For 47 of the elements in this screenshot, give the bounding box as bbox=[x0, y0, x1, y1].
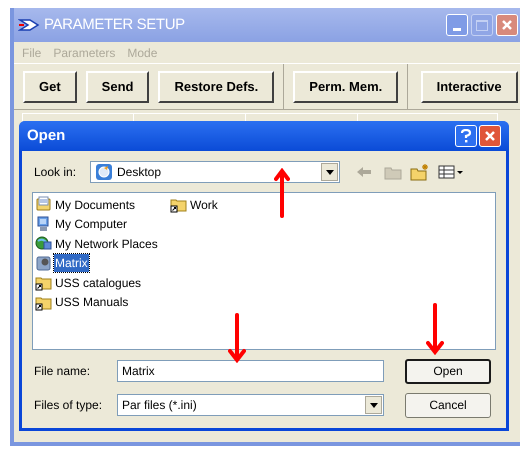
file-name-label: File name: bbox=[34, 363, 92, 380]
minimize-button[interactable] bbox=[446, 14, 468, 36]
dialog-title: Open bbox=[27, 126, 66, 146]
file-type-value[interactable]: Par files (*.ini) bbox=[122, 396, 197, 414]
window-title: PARAMETER SETUP bbox=[44, 14, 185, 35]
gear-file-icon bbox=[35, 254, 52, 272]
cancel-button[interactable]: Cancel bbox=[405, 392, 491, 418]
annotation-arrow bbox=[228, 313, 246, 363]
back-arrow-icon[interactable] bbox=[356, 166, 372, 178]
annotation-arrow bbox=[426, 303, 444, 355]
look-in-value[interactable]: Desktop bbox=[117, 163, 162, 181]
dropdown-arrow-button[interactable] bbox=[365, 396, 382, 414]
caret-icon bbox=[326, 170, 334, 174]
close-button[interactable] bbox=[479, 125, 501, 147]
file-name-field[interactable]: Matrix bbox=[117, 360, 384, 382]
toolbar-button[interactable]: Send bbox=[86, 70, 150, 102]
toolbar-button[interactable]: Interactive bbox=[420, 70, 518, 102]
look-in-label: Look in: bbox=[34, 164, 78, 181]
file-list-item[interactable]: USS Manuals bbox=[54, 293, 130, 312]
file-type-label: Files of type: bbox=[34, 397, 104, 414]
file-list-item[interactable]: My Computer bbox=[54, 215, 128, 234]
caret-icon bbox=[370, 402, 378, 408]
app-logo-icon bbox=[18, 18, 40, 32]
globe-computer-icon bbox=[35, 235, 52, 252]
file-list-item[interactable]: My Documents bbox=[54, 196, 136, 214]
file-list-item[interactable]: USS catalogues bbox=[54, 274, 142, 292]
toolbar-button[interactable]: Restore Defs. bbox=[158, 70, 274, 102]
help-icon bbox=[460, 129, 472, 143]
help-button[interactable] bbox=[455, 125, 477, 147]
documents-icon bbox=[35, 196, 52, 214]
toolbar-button[interactable]: Perm. Mem. bbox=[293, 70, 398, 102]
maximize-button[interactable] bbox=[471, 14, 493, 36]
annotation-arrow bbox=[274, 168, 290, 218]
dropdown-arrow-button[interactable] bbox=[321, 163, 338, 181]
close-button[interactable] bbox=[496, 14, 518, 36]
file-type-dropdown[interactable]: Par files (*.ini) bbox=[117, 394, 384, 416]
desktop-icon bbox=[95, 163, 113, 181]
look-in-dropdown[interactable]: Desktop bbox=[90, 161, 340, 183]
close-icon bbox=[501, 19, 513, 31]
file-list-item[interactable]: Work bbox=[189, 196, 219, 214]
view-menu-icon[interactable] bbox=[438, 164, 464, 180]
file-list-item[interactable]: My Network Places bbox=[54, 234, 159, 253]
new-folder-icon[interactable] bbox=[410, 163, 430, 181]
toolbar-button[interactable]: Get bbox=[23, 70, 77, 102]
open-button[interactable]: Open bbox=[405, 358, 491, 384]
close-icon bbox=[484, 130, 496, 142]
file-list-item[interactable]: Matrix bbox=[54, 254, 89, 272]
